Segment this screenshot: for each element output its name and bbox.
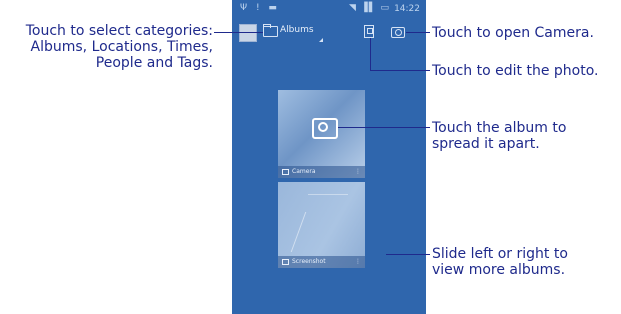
callout-line	[338, 127, 430, 128]
notification-icons: Ψ ! ▬	[240, 3, 280, 13]
app-thumbnail-icon	[239, 24, 257, 42]
annotation-line: People and Tags.	[95, 55, 213, 71]
annotation-edit-photo: Touch to edit the photo.	[432, 63, 599, 79]
callout-line	[386, 254, 430, 255]
annotation-open-camera: Touch to open Camera.	[432, 25, 594, 41]
annotation-line: Slide left or right to	[432, 246, 568, 262]
album-menu-icon[interactable]: ⋮	[355, 166, 361, 178]
annotation-categories: Touch to select categories: Albums, Loca…	[2, 23, 213, 71]
annotation-spread-album: Touch the album to spread it apart.	[432, 120, 566, 152]
callout-line	[370, 70, 430, 71]
annotation-line: view more albums.	[432, 262, 566, 278]
album-menu-icon[interactable]: ⋮	[355, 256, 361, 268]
edit-icon[interactable]	[364, 25, 374, 38]
camera-icon[interactable]	[391, 27, 405, 38]
album-type-icon	[282, 259, 289, 265]
dropdown-indicator-icon	[319, 38, 323, 42]
album-name: Camera	[292, 168, 316, 175]
callout-line	[370, 38, 371, 71]
album-type-icon	[282, 169, 289, 175]
callout-line	[214, 32, 263, 33]
status-bar: Ψ ! ▬ ◥ ▐▌ ▭ 14:22	[232, 0, 426, 18]
folder-icon	[263, 24, 278, 37]
annotation-line: Albums, Locations, Times,	[30, 39, 213, 55]
signal-battery-icons: ◥ ▐▌ ▭	[349, 3, 390, 13]
album-caption: Camera ⋮	[278, 166, 365, 178]
annotation-line: Touch the album to	[432, 120, 567, 136]
album-name: Screenshot	[292, 258, 326, 265]
album-caption: Screenshot ⋮	[278, 256, 365, 268]
phone-screen: Ψ ! ▬ ◥ ▐▌ ▭ 14:22 Albums Camera ⋮ Scree…	[232, 0, 426, 314]
annotation-line: spread it apart.	[432, 136, 540, 152]
decorative-line	[290, 212, 307, 252]
status-time: 14:22	[394, 4, 420, 14]
callout-line	[406, 32, 430, 33]
annotation-slide-albums: Slide left or right to view more albums.	[432, 246, 568, 278]
annotation-line: Touch to select categories:	[25, 23, 213, 39]
album-camera-icon	[312, 118, 338, 139]
category-label: Albums	[280, 25, 314, 35]
decorative-line	[308, 194, 348, 195]
album-screenshot[interactable]: Screenshot ⋮	[278, 182, 365, 268]
